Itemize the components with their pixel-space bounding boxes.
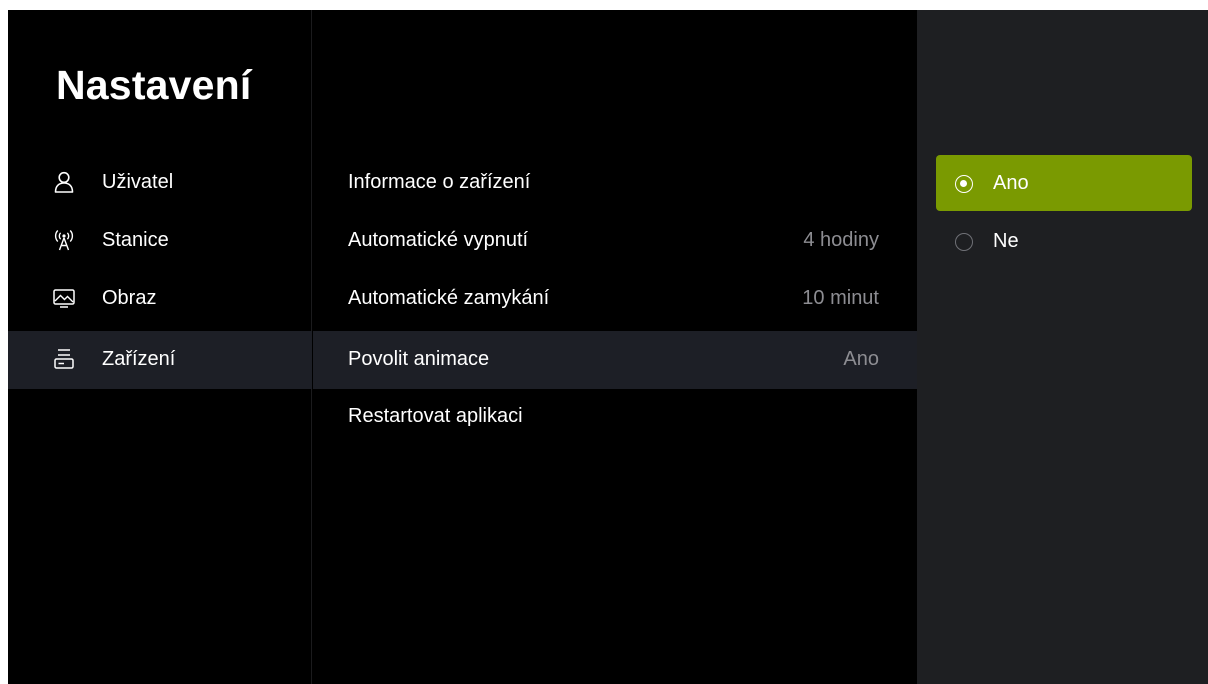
- monitor-image-icon: [53, 289, 75, 308]
- setting-label: Restartovat aplikaci: [348, 405, 523, 427]
- router-icon: [54, 349, 74, 369]
- page-title: Nastavení: [56, 62, 252, 108]
- setting-auto-shutdown[interactable]: Automatické vypnutí 4 hodiny: [313, 212, 917, 270]
- antenna-icon: [54, 230, 74, 251]
- menu-item-picture[interactable]: Obraz: [8, 270, 312, 328]
- setting-enable-animations[interactable]: Povolit animace Ano: [313, 331, 917, 389]
- menu-item-user[interactable]: Uživatel: [8, 154, 312, 212]
- menu-item-label: Uživatel: [102, 171, 174, 193]
- setting-label: Automatické vypnutí: [348, 229, 529, 251]
- menu-item-device[interactable]: Zařízení: [8, 331, 312, 389]
- menu-item-label: Stanice: [102, 229, 169, 251]
- settings-category-menu: Nastavení Uživatel Stanice Obraz Zařízen…: [8, 10, 312, 684]
- setting-label: Automatické zamykání: [348, 287, 550, 309]
- setting-value: Ano: [843, 348, 879, 370]
- radio-selected-icon: [955, 175, 973, 193]
- user-icon: [54, 171, 74, 193]
- setting-value: 10 minut: [802, 287, 879, 309]
- setting-auto-lock[interactable]: Automatické zamykání 10 minut: [313, 270, 917, 328]
- setting-restart-app[interactable]: Restartovat aplikaci: [313, 388, 917, 446]
- menu-item-stations[interactable]: Stanice: [8, 212, 312, 270]
- option-label: Ne: [993, 230, 1019, 252]
- setting-value: 4 hodiny: [803, 229, 879, 251]
- options-panel: Ano Ne: [917, 10, 1208, 684]
- setting-device-info[interactable]: Informace o zařízení: [313, 154, 917, 212]
- menu-item-label: Zařízení: [102, 348, 176, 370]
- setting-label: Informace o zařízení: [348, 171, 531, 193]
- radio-unselected-icon: [955, 233, 973, 251]
- option-yes[interactable]: Ano: [936, 155, 1192, 211]
- settings-screen: Nastavení Uživatel Stanice Obraz Zařízen…: [8, 10, 1208, 684]
- setting-label: Povolit animace: [348, 348, 490, 370]
- option-label: Ano: [993, 172, 1029, 194]
- option-no[interactable]: Ne: [936, 213, 1192, 269]
- menu-item-label: Obraz: [102, 287, 157, 309]
